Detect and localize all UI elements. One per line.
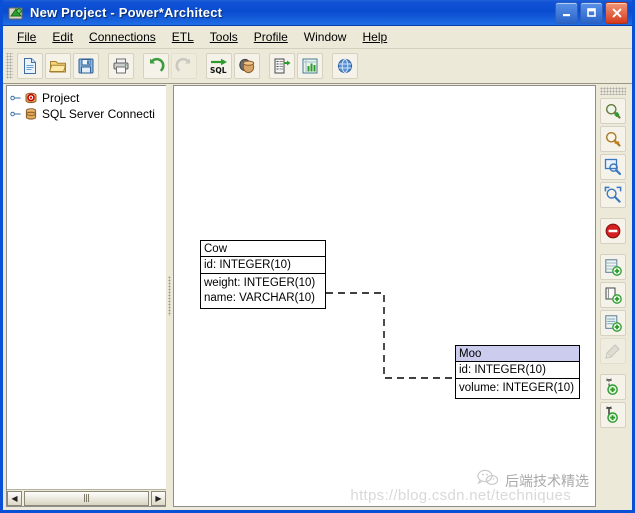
playpen-toolbar: [596, 85, 629, 507]
menu-tools[interactable]: Tools: [202, 28, 246, 46]
playpen-wrapper: Cow id: INTEGER(10) weight: INTEGER(10) …: [173, 85, 596, 507]
scroll-left-button[interactable]: ◀: [7, 491, 22, 506]
delete-button[interactable]: [600, 218, 626, 244]
menu-file-label: File: [17, 30, 36, 44]
menu-window[interactable]: Window: [296, 28, 355, 46]
window-title: New Project - Power*Architect: [30, 5, 555, 20]
maximize-button[interactable]: [580, 2, 603, 24]
er-table-cow-pk-column[interactable]: id: INTEGER(10): [201, 256, 325, 274]
compare-dm-button[interactable]: [234, 53, 260, 79]
project-tree[interactable]: Project: [7, 86, 166, 489]
er-table-cow[interactable]: Cow id: INTEGER(10) weight: INTEGER(10) …: [200, 240, 326, 309]
menu-connections-label: Connections: [89, 30, 156, 44]
new-project-button[interactable]: [17, 53, 43, 79]
expand-toggle-icon[interactable]: [9, 108, 23, 120]
er-column[interactable]: name: VARCHAR(10): [204, 291, 322, 306]
edit-column-button[interactable]: [600, 338, 626, 364]
menu-window-label: Window: [304, 30, 347, 44]
title-bar: New Project - Power*Architect: [3, 0, 632, 26]
insert-column-button[interactable]: [600, 310, 626, 336]
toolbar-separator-4: [261, 53, 268, 79]
project-node-icon: [23, 91, 39, 105]
er-table-cow-title: Cow: [201, 241, 325, 256]
menu-connections[interactable]: Connections: [81, 28, 164, 46]
minimize-button[interactable]: [555, 2, 578, 24]
non-identifying-rel-button[interactable]: [600, 374, 626, 400]
scrollbar-track[interactable]: [22, 491, 151, 506]
tree-item-sql-server-connection[interactable]: SQL Server Connecti: [9, 106, 166, 122]
identifying-rel-button[interactable]: [600, 402, 626, 428]
menu-help-label: Help: [362, 30, 387, 44]
er-column[interactable]: weight: INTEGER(10): [204, 276, 322, 291]
kettle-button[interactable]: [297, 53, 323, 79]
forward-engineer-button[interactable]: SQL: [206, 53, 232, 79]
er-table-moo-pk-column[interactable]: id: INTEGER(10): [456, 362, 579, 379]
menu-edit-label: Edit: [52, 30, 73, 44]
menu-profile[interactable]: Profile: [246, 28, 296, 46]
toolbar-separator-2: [135, 53, 142, 79]
application-window: New Project - Power*Architect File Edit …: [0, 0, 635, 513]
insert-index-button[interactable]: [600, 282, 626, 308]
playpen-toolbar-drag-handle[interactable]: [600, 87, 626, 95]
svg-text:SQL: SQL: [210, 66, 227, 75]
open-project-button[interactable]: [45, 53, 71, 79]
watermark-url: https://blog.csdn.net/techniques: [350, 487, 571, 504]
er-table-moo[interactable]: Moo id: INTEGER(10) volume: INTEGER(10): [455, 345, 580, 399]
er-diagram-canvas[interactable]: Cow id: INTEGER(10) weight: INTEGER(10) …: [173, 85, 596, 507]
tree-item-sql-server-connection-label: SQL Server Connecti: [42, 107, 155, 121]
menu-profile-label: Profile: [254, 30, 288, 44]
menu-help[interactable]: Help: [354, 28, 395, 46]
save-project-button[interactable]: [73, 53, 99, 79]
scroll-right-button[interactable]: ▶: [151, 491, 166, 506]
window-controls: [555, 2, 630, 24]
er-table-cow-columns: weight: INTEGER(10) name: VARCHAR(10): [201, 274, 325, 308]
tree-item-project-label: Project: [42, 91, 79, 105]
profile-manager-button[interactable]: [269, 53, 295, 79]
zoom-out-button[interactable]: [600, 126, 626, 152]
project-tree-panel: Project: [6, 85, 166, 507]
er-column[interactable]: volume: INTEGER(10): [459, 381, 576, 396]
toolbar-separator-5: [324, 53, 331, 79]
toolbar-drag-handle[interactable]: [6, 53, 13, 79]
main-content: Project: [6, 85, 629, 507]
database-node-icon: [23, 107, 39, 121]
zoom-normal-button[interactable]: [600, 154, 626, 180]
toolbar-separator-3: [198, 53, 205, 79]
er-table-moo-title: Moo: [456, 346, 579, 362]
tree-horizontal-scrollbar[interactable]: ◀ ▶: [7, 489, 166, 506]
close-button[interactable]: [605, 2, 628, 24]
about-button[interactable]: [332, 53, 358, 79]
tree-item-project[interactable]: Project: [9, 90, 166, 106]
menu-etl[interactable]: ETL: [164, 28, 202, 46]
expand-toggle-icon[interactable]: [9, 92, 23, 104]
zoom-to-fit-button[interactable]: [600, 182, 626, 208]
new-table-button[interactable]: [600, 254, 626, 280]
menu-etl-label: ETL: [172, 30, 194, 44]
wechat-logo-icon: [477, 469, 499, 492]
undo-button[interactable]: [143, 53, 169, 79]
zoom-in-button[interactable]: [600, 98, 626, 124]
main-toolbar: SQL: [3, 49, 632, 84]
scrollbar-thumb[interactable]: [24, 491, 149, 506]
toolbar-separator-1: [100, 53, 107, 79]
power-architect-icon: [7, 4, 25, 22]
menu-edit[interactable]: Edit: [44, 28, 81, 46]
menu-tools-label: Tools: [210, 30, 238, 44]
menu-bar: File Edit Connections ETL Tools Profile …: [3, 26, 632, 49]
redo-button[interactable]: [171, 53, 197, 79]
watermark: 后端技术精选: [477, 469, 589, 492]
er-table-moo-columns: volume: INTEGER(10): [456, 379, 579, 398]
print-button[interactable]: [108, 53, 134, 79]
split-pane-divider[interactable]: [166, 85, 173, 507]
menu-file[interactable]: File: [9, 28, 44, 46]
watermark-text: 后端技术精选: [505, 471, 589, 491]
